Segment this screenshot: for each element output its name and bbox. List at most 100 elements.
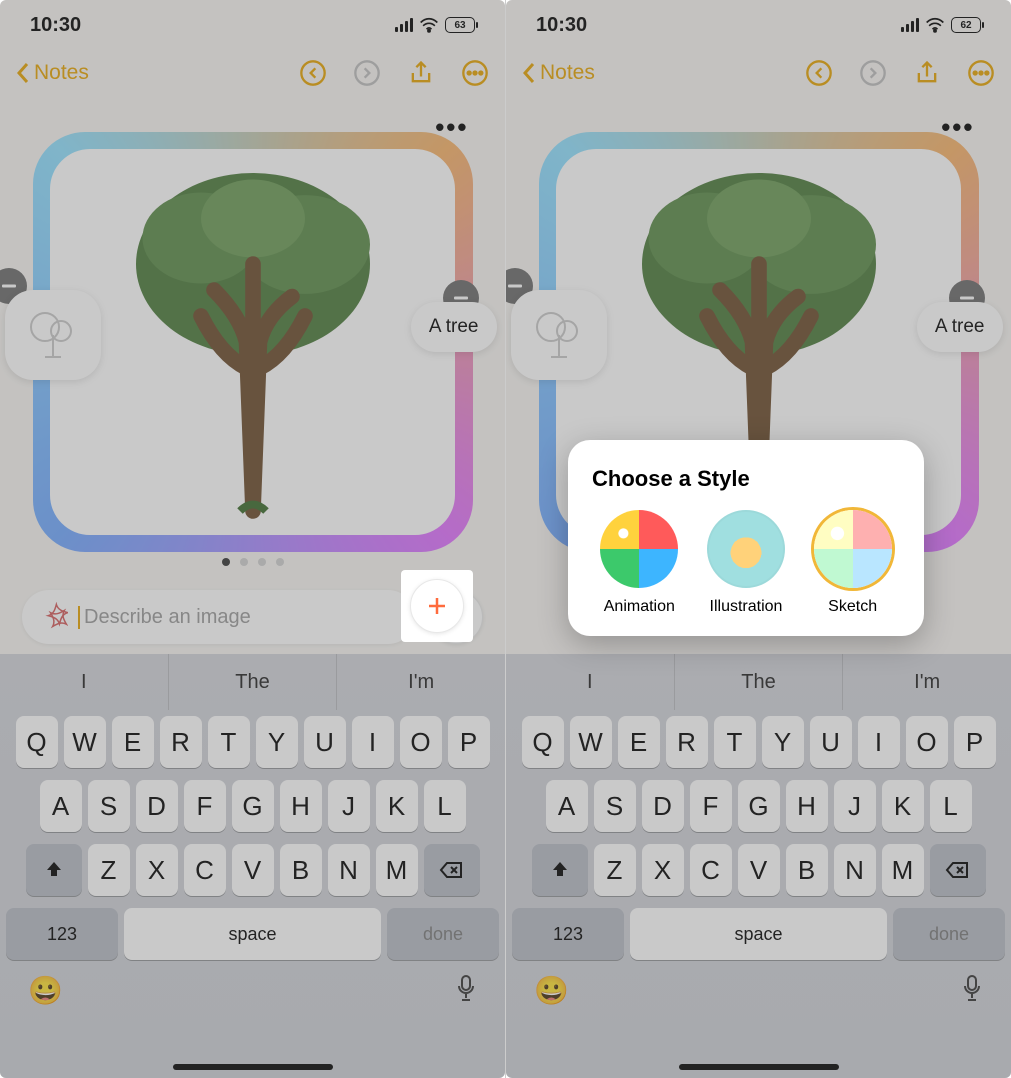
add-style-button-highlight[interactable] [401, 570, 473, 642]
emoji-key[interactable]: 😀 [534, 974, 569, 1007]
key-row-4: 123 space done [0, 902, 505, 966]
key-e[interactable]: E [112, 716, 154, 768]
share-icon[interactable] [407, 59, 435, 87]
shift-key[interactable] [26, 844, 82, 896]
illustration-preview-icon [707, 510, 785, 588]
key-h[interactable]: H [786, 780, 828, 832]
key-m[interactable]: M [376, 844, 418, 896]
key-j[interactable]: J [328, 780, 370, 832]
key-row-2: ASDFGHJKL [0, 774, 505, 838]
key-r[interactable]: R [160, 716, 202, 768]
key-i[interactable]: I [352, 716, 394, 768]
style-option-animation[interactable]: Animation [600, 510, 678, 616]
numbers-key[interactable]: 123 [512, 908, 624, 960]
key-c[interactable]: C [690, 844, 732, 896]
key-u[interactable]: U [810, 716, 852, 768]
key-p[interactable]: P [448, 716, 490, 768]
done-key[interactable]: done [387, 908, 499, 960]
backspace-key[interactable] [930, 844, 986, 896]
suggestion-3[interactable]: I'm [843, 654, 1011, 710]
suggestion-3[interactable]: I'm [337, 654, 505, 710]
prompt-tag[interactable]: A tree [917, 302, 1003, 352]
style-option-sketch[interactable]: Sketch [814, 510, 892, 616]
key-s[interactable]: S [88, 780, 130, 832]
suggestion-1[interactable]: I [506, 654, 675, 710]
sketch-tree-icon [23, 305, 83, 365]
key-z[interactable]: Z [594, 844, 636, 896]
sketch-input-thumbnail[interactable] [5, 290, 101, 380]
key-y[interactable]: Y [762, 716, 804, 768]
key-j[interactable]: J [834, 780, 876, 832]
space-key[interactable]: space [124, 908, 381, 960]
key-c[interactable]: C [184, 844, 226, 896]
more-icon[interactable] [967, 59, 995, 87]
key-t[interactable]: T [714, 716, 756, 768]
key-k[interactable]: K [882, 780, 924, 832]
undo-icon[interactable] [805, 59, 833, 87]
dictation-key[interactable] [455, 974, 477, 1002]
suggestion-2[interactable]: The [169, 654, 338, 710]
more-icon[interactable] [461, 59, 489, 87]
keyboard: I The I'm QWERTYUIOP ASDFGHJKL ZXCVBNM 1… [506, 654, 1011, 1078]
key-w[interactable]: W [64, 716, 106, 768]
key-x[interactable]: X [136, 844, 178, 896]
sketch-input-thumbnail[interactable] [511, 290, 607, 380]
key-v[interactable]: V [738, 844, 780, 896]
home-indicator[interactable] [173, 1064, 333, 1070]
back-button[interactable]: Notes [16, 61, 89, 85]
emoji-key[interactable]: 😀 [28, 974, 63, 1007]
key-b[interactable]: B [786, 844, 828, 896]
key-p[interactable]: P [954, 716, 996, 768]
key-e[interactable]: E [618, 716, 660, 768]
key-a[interactable]: A [546, 780, 588, 832]
suggestion-2[interactable]: The [675, 654, 844, 710]
key-b[interactable]: B [280, 844, 322, 896]
back-button[interactable]: Notes [522, 61, 595, 85]
apple-intelligence-icon [38, 602, 68, 632]
key-l[interactable]: L [930, 780, 972, 832]
key-o[interactable]: O [906, 716, 948, 768]
key-k[interactable]: K [376, 780, 418, 832]
key-w[interactable]: W [570, 716, 612, 768]
prompt-input[interactable]: Describe an image [22, 590, 415, 644]
prompt-placeholder: Describe an image [78, 606, 251, 629]
key-g[interactable]: G [232, 780, 274, 832]
dictation-key[interactable] [961, 974, 983, 1002]
space-key[interactable]: space [630, 908, 887, 960]
wifi-icon [925, 17, 945, 33]
key-n[interactable]: N [328, 844, 370, 896]
shift-key[interactable] [532, 844, 588, 896]
suggestion-1[interactable]: I [0, 654, 169, 710]
key-g[interactable]: G [738, 780, 780, 832]
key-d[interactable]: D [642, 780, 684, 832]
key-q[interactable]: Q [522, 716, 564, 768]
key-f[interactable]: F [184, 780, 226, 832]
key-t[interactable]: T [208, 716, 250, 768]
key-f[interactable]: F [690, 780, 732, 832]
key-y[interactable]: Y [256, 716, 298, 768]
key-n[interactable]: N [834, 844, 876, 896]
key-d[interactable]: D [136, 780, 178, 832]
back-label: Notes [540, 61, 595, 85]
key-v[interactable]: V [232, 844, 274, 896]
key-i[interactable]: I [858, 716, 900, 768]
key-l[interactable]: L [424, 780, 466, 832]
key-h[interactable]: H [280, 780, 322, 832]
key-o[interactable]: O [400, 716, 442, 768]
key-m[interactable]: M [882, 844, 924, 896]
key-r[interactable]: R [666, 716, 708, 768]
backspace-key[interactable] [424, 844, 480, 896]
share-icon[interactable] [913, 59, 941, 87]
key-s[interactable]: S [594, 780, 636, 832]
key-q[interactable]: Q [16, 716, 58, 768]
key-z[interactable]: Z [88, 844, 130, 896]
key-a[interactable]: A [40, 780, 82, 832]
style-option-illustration[interactable]: Illustration [707, 510, 785, 616]
home-indicator[interactable] [679, 1064, 839, 1070]
done-key[interactable]: done [893, 908, 1005, 960]
key-u[interactable]: U [304, 716, 346, 768]
prompt-tag[interactable]: A tree [411, 302, 497, 352]
numbers-key[interactable]: 123 [6, 908, 118, 960]
undo-icon[interactable] [299, 59, 327, 87]
key-x[interactable]: X [642, 844, 684, 896]
